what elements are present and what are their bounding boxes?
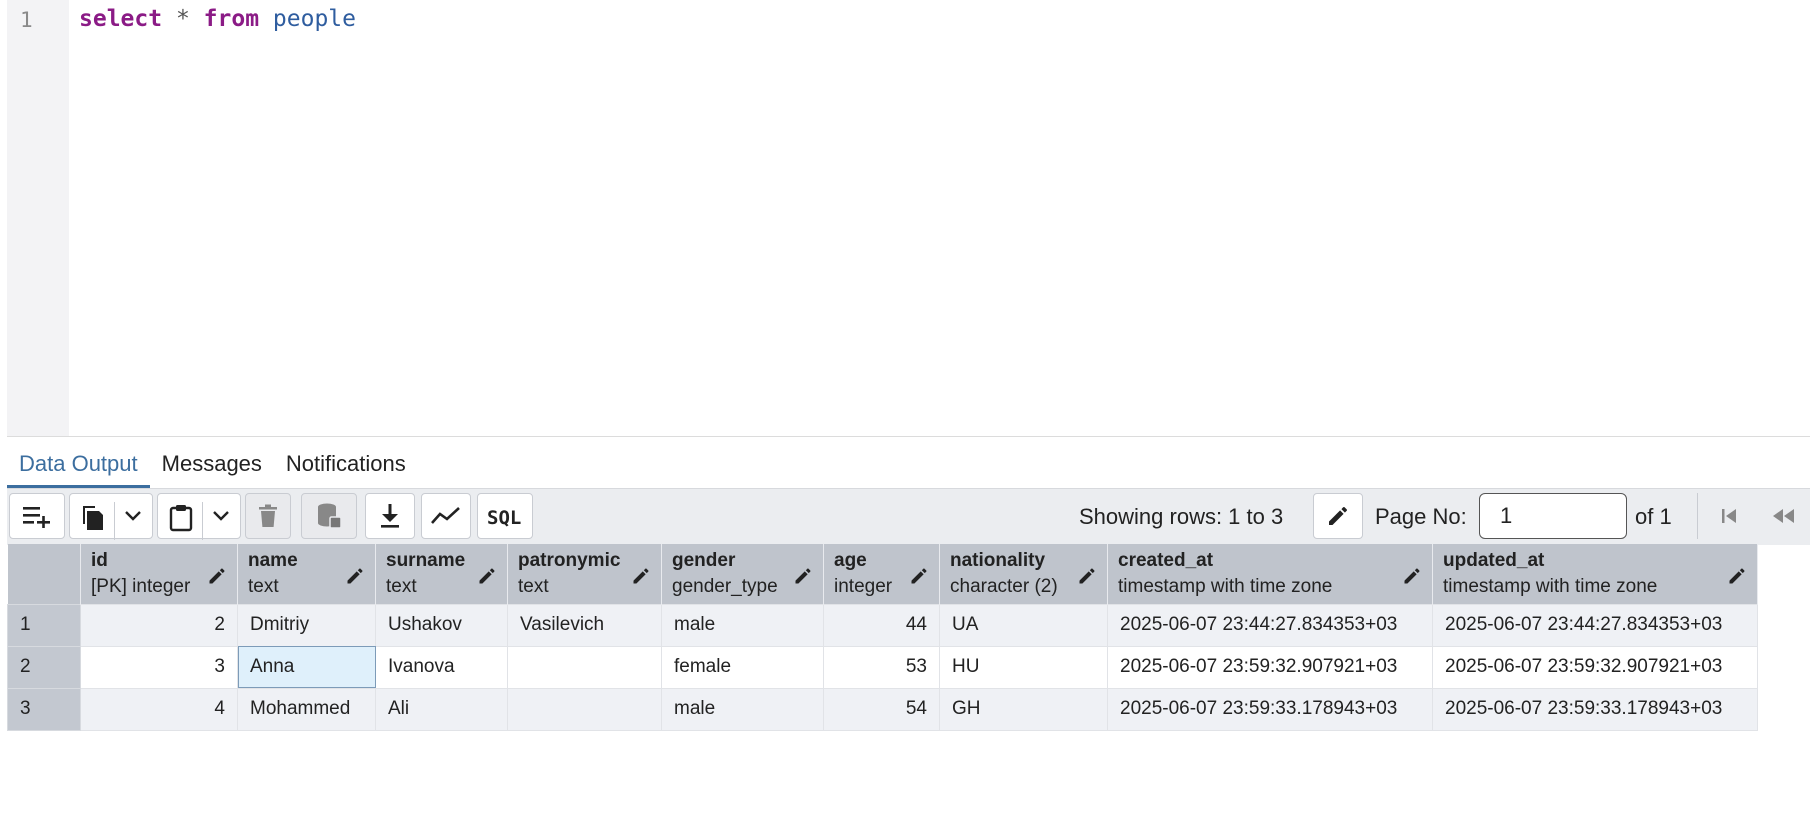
cell-id[interactable]: 4 bbox=[80, 687, 238, 731]
page-no-label: Page No: bbox=[1375, 504, 1467, 529]
keyword-from: from bbox=[203, 6, 260, 32]
page-count-label: of 1 bbox=[1635, 504, 1672, 529]
column-header-name[interactable]: name text bbox=[237, 544, 376, 604]
edit-icon bbox=[1326, 504, 1350, 528]
results-grid: id [PK] integer name text surname text patr… bbox=[7, 544, 1758, 731]
cell-nationality[interactable]: GH bbox=[939, 687, 1108, 731]
add-row-button[interactable] bbox=[9, 493, 65, 539]
query-text[interactable]: select * from people bbox=[79, 6, 356, 32]
page-number-input[interactable]: 1 bbox=[1479, 493, 1627, 539]
row-number[interactable]: 2 bbox=[7, 645, 81, 689]
previous-page-icon bbox=[1771, 506, 1797, 526]
cell-name[interactable]: Mohammed bbox=[237, 687, 376, 731]
paste-icon bbox=[168, 504, 194, 532]
delete-icon bbox=[258, 504, 278, 528]
svg-text:SQL: SQL bbox=[487, 507, 521, 528]
column-header-patronymic[interactable]: patronymic text bbox=[507, 544, 662, 604]
previous-page-button[interactable] bbox=[1759, 493, 1809, 539]
copy-button-group[interactable] bbox=[69, 493, 153, 540]
save-data-button[interactable] bbox=[301, 493, 357, 539]
cell-surname[interactable]: Ushakov bbox=[375, 603, 508, 647]
edit-icon[interactable] bbox=[1727, 566, 1747, 592]
column-header-surname[interactable]: surname text bbox=[375, 544, 508, 604]
column-header-gender[interactable]: gender gender_type bbox=[661, 544, 824, 604]
cell-id[interactable]: 2 bbox=[80, 603, 238, 647]
keyword-select: select bbox=[79, 6, 163, 32]
tab-data-output[interactable]: Data Output bbox=[7, 441, 150, 488]
sql-editor[interactable]: 1 select * from people bbox=[0, 0, 1810, 437]
cell-created-at[interactable]: 2025-06-07 23:44:27.834353+03 bbox=[1107, 603, 1433, 647]
showing-rows-text: Showing rows: 1 to 3 bbox=[1079, 504, 1284, 529]
table-identifier: people bbox=[272, 6, 357, 32]
sql-button[interactable]: SQL bbox=[477, 493, 533, 539]
column-header-age[interactable]: age integer bbox=[823, 544, 940, 604]
graph-visualiser-button[interactable] bbox=[421, 493, 471, 539]
cell-nationality[interactable]: UA bbox=[939, 603, 1108, 647]
copy-icon bbox=[81, 505, 105, 531]
edit-icon[interactable] bbox=[793, 566, 813, 592]
cell-patronymic[interactable] bbox=[507, 645, 662, 689]
table-row: 3 4 Mohammed Ali male 54 GH 2025-06-07 2… bbox=[7, 687, 1758, 731]
operator-star: * bbox=[175, 6, 190, 32]
cell-updated-at[interactable]: 2025-06-07 23:44:27.834353+03 bbox=[1432, 603, 1758, 647]
column-header-updated-at[interactable]: updated_at timestamp with time zone bbox=[1432, 544, 1758, 604]
cell-patronymic[interactable] bbox=[507, 687, 662, 731]
cell-surname[interactable]: Ivanova bbox=[375, 645, 508, 689]
edit-icon[interactable] bbox=[477, 566, 497, 592]
cell-patronymic[interactable]: Vasilevich bbox=[507, 603, 662, 647]
edit-icon[interactable] bbox=[909, 566, 929, 592]
cell-gender[interactable]: male bbox=[661, 687, 824, 731]
add-row-icon bbox=[22, 504, 52, 528]
sql-icon: SQL bbox=[486, 504, 524, 528]
download-icon bbox=[379, 503, 401, 529]
tab-notifications[interactable]: Notifications bbox=[274, 441, 418, 488]
cell-nationality[interactable]: HU bbox=[939, 645, 1108, 689]
edit-icon[interactable] bbox=[631, 566, 651, 592]
chevron-down-icon[interactable] bbox=[212, 508, 230, 524]
header-row: id [PK] integer name text surname text patr… bbox=[7, 544, 1758, 604]
cell-updated-at[interactable]: 2025-06-07 23:59:33.178943+03 bbox=[1432, 687, 1758, 731]
cell-age[interactable]: 54 bbox=[823, 687, 940, 731]
paste-button-group[interactable] bbox=[157, 493, 241, 540]
save-data-icon bbox=[316, 502, 342, 530]
download-button[interactable] bbox=[365, 493, 415, 539]
cell-gender[interactable]: male bbox=[661, 603, 824, 647]
cell-updated-at[interactable]: 2025-06-07 23:59:32.907921+03 bbox=[1432, 645, 1758, 689]
table-row: 1 2 Dmitriy Ushakov Vasilevich male 44 U… bbox=[7, 603, 1758, 647]
cell-name[interactable]: Dmitriy bbox=[237, 603, 376, 647]
panel-divider[interactable] bbox=[7, 436, 1810, 437]
cell-created-at[interactable]: 2025-06-07 23:59:32.907921+03 bbox=[1107, 645, 1433, 689]
delete-button[interactable] bbox=[245, 493, 291, 539]
line-number-gutter: 1 bbox=[7, 0, 69, 437]
chevron-down-icon[interactable] bbox=[124, 508, 142, 524]
data-output-toolbar: SQL Showing rows: 1 to 3 Page No: 1 of 1 bbox=[7, 488, 1810, 545]
first-page-icon bbox=[1719, 506, 1739, 526]
row-number[interactable]: 1 bbox=[7, 603, 81, 647]
row-number[interactable]: 3 bbox=[7, 687, 81, 731]
graph-icon bbox=[431, 506, 461, 526]
edit-icon[interactable] bbox=[207, 566, 227, 592]
line-number: 1 bbox=[20, 8, 33, 32]
table-row: 2 3 Anna Ivanova female 53 HU 2025-06-07… bbox=[7, 645, 1758, 689]
cell-surname[interactable]: Ali bbox=[375, 687, 508, 731]
cell-gender[interactable]: female bbox=[661, 645, 824, 689]
result-tabs: Data Output Messages Notifications bbox=[7, 438, 1810, 488]
edit-icon[interactable] bbox=[1077, 566, 1097, 592]
first-page-button[interactable] bbox=[1704, 493, 1754, 539]
tab-messages[interactable]: Messages bbox=[150, 441, 274, 488]
column-header-nationality[interactable]: nationality character (2) bbox=[939, 544, 1108, 604]
cell-age[interactable]: 44 bbox=[823, 603, 940, 647]
edit-rows-button[interactable] bbox=[1313, 493, 1363, 539]
edit-icon[interactable] bbox=[345, 566, 365, 592]
cell-id[interactable]: 3 bbox=[80, 645, 238, 689]
column-header-created-at[interactable]: created_at timestamp with time zone bbox=[1107, 544, 1433, 604]
column-header-id[interactable]: id [PK] integer bbox=[80, 544, 238, 604]
cell-age[interactable]: 53 bbox=[823, 645, 940, 689]
cell-name-selected[interactable]: Anna bbox=[237, 645, 376, 689]
row-number-header[interactable] bbox=[7, 544, 81, 604]
edit-icon[interactable] bbox=[1402, 566, 1422, 592]
cell-created-at[interactable]: 2025-06-07 23:59:33.178943+03 bbox=[1107, 687, 1433, 731]
